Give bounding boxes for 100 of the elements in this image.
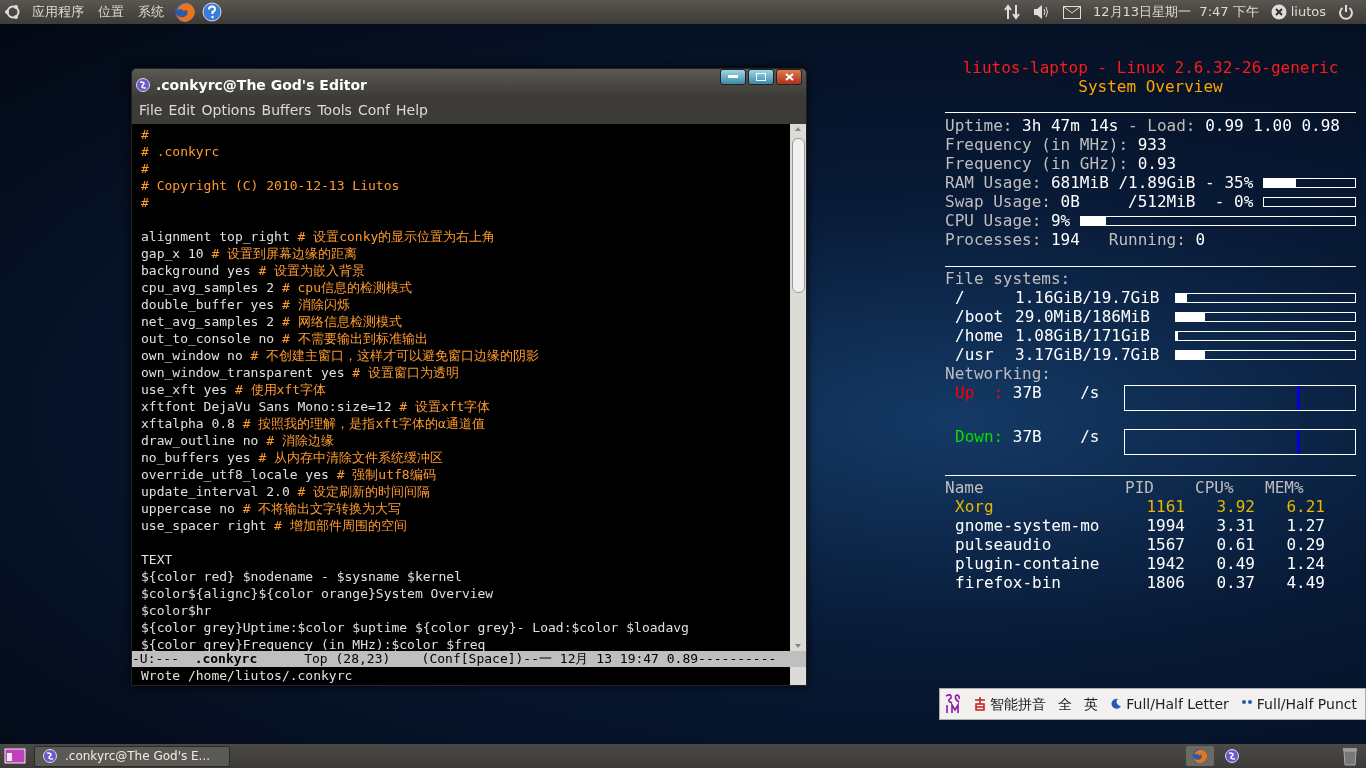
minimize-button[interactable] bbox=[720, 69, 746, 85]
code-comment: # 强制utf8编码 bbox=[336, 466, 436, 483]
volume-icon[interactable] bbox=[1033, 4, 1051, 20]
scim-logo-icon[interactable] bbox=[944, 693, 963, 715]
panel-menu[interactable]: 系统 bbox=[134, 2, 168, 22]
user-icon[interactable] bbox=[1270, 4, 1287, 20]
trash-icon[interactable] bbox=[1342, 746, 1358, 766]
maximize-icon bbox=[756, 73, 766, 81]
menu-item[interactable]: Tools bbox=[314, 100, 355, 121]
emacs-icon bbox=[43, 749, 57, 763]
minibuffer-message: Wrote /home/liutos/.conkyrc bbox=[140, 667, 354, 685]
panel-menu[interactable]: 位置 bbox=[94, 2, 128, 22]
scrollbar-thumb[interactable] bbox=[791, 138, 805, 293]
menu-item[interactable]: File bbox=[136, 100, 166, 121]
code-line: ${color red} $nodename - $sysname $kernel bbox=[141, 568, 463, 585]
stat-value: 0.99 1.00 0.98 bbox=[1205, 116, 1340, 135]
menu-item[interactable]: Buffers bbox=[258, 100, 315, 121]
code-comment: # 使用xft字体 bbox=[234, 381, 327, 398]
stat-label: Frequency (in MHz): bbox=[945, 135, 1129, 154]
mount-point: /boot bbox=[955, 307, 1005, 326]
code-setting: out_to_console no bbox=[141, 330, 275, 347]
disk-usage: 29.0MiB/186MiB bbox=[1015, 307, 1151, 326]
punct-toggle[interactable]: Full/Half Punct bbox=[1256, 693, 1357, 715]
network-arrows-icon[interactable] bbox=[1003, 4, 1021, 20]
code-comment: # 按照我的理解，是指xft字体的α通道值 bbox=[242, 415, 485, 432]
panel-menu[interactable]: 应用程序 bbox=[28, 2, 88, 22]
section-heading: File systems: bbox=[945, 269, 1072, 288]
mode-line-info: Top (28,23) (Conf[Space])--一 12月 13 19:47 0.89---------- bbox=[304, 651, 777, 667]
code-comment: # 设置conky的显示位置为右上角 bbox=[297, 228, 496, 245]
code-comment: # cpu信息的检测模式 bbox=[281, 279, 413, 296]
column-header: MEM% bbox=[1265, 478, 1305, 497]
mail-icon[interactable] bbox=[1063, 5, 1081, 19]
process-cell-text: 0.61 bbox=[1215, 535, 1256, 554]
disk-usage: 3.17GiB/19.7GiB bbox=[1015, 345, 1161, 364]
width-toggle[interactable]: 全 bbox=[1058, 693, 1073, 715]
code-comment: # 设定刷新的时间间隔 bbox=[297, 483, 431, 500]
code-setting: alignment top_right bbox=[141, 228, 290, 245]
help-icon[interactable] bbox=[202, 2, 222, 22]
input-mode[interactable]: 智能拼音 bbox=[990, 693, 1047, 715]
code-comment: # 不将输出文字转换为大写 bbox=[242, 500, 402, 517]
column-header: PID bbox=[1125, 478, 1155, 497]
network-rate: 37B bbox=[1012, 383, 1043, 402]
scrollbar[interactable] bbox=[790, 124, 806, 651]
scrollbar-corner bbox=[790, 667, 806, 685]
menu-item[interactable]: Conf bbox=[354, 100, 394, 121]
stat-value: 194 bbox=[1050, 230, 1081, 249]
mode-line-status: -U:--- bbox=[132, 651, 179, 667]
column-header: Name bbox=[945, 478, 985, 497]
taskbar-button[interactable]: .conkyrc@The God's E... bbox=[34, 745, 230, 767]
moon-icon[interactable] bbox=[1110, 698, 1123, 710]
code-line: $color$hr bbox=[141, 602, 213, 619]
code-setting: xftalpha 0.8 bbox=[141, 415, 235, 432]
code-comment: # .conkyrc bbox=[141, 143, 221, 160]
code-comment: # 设置窗口为透明 bbox=[352, 364, 459, 381]
network-rate: 37B bbox=[1012, 427, 1043, 446]
pinyin-mode-icon[interactable] bbox=[974, 697, 987, 711]
code-setting: gap_x 10 bbox=[141, 245, 204, 262]
emacs-icon bbox=[136, 78, 150, 92]
mount-point: / bbox=[955, 288, 966, 307]
process-cell-text: Xorg bbox=[954, 497, 995, 516]
process-cell-text: 4.49 bbox=[1285, 573, 1326, 592]
mount-point: /home bbox=[955, 326, 1005, 345]
power-icon[interactable] bbox=[1338, 4, 1354, 20]
show-desktop-icon[interactable] bbox=[4, 747, 26, 765]
stat-value: 0 bbox=[1195, 230, 1206, 249]
code-setting: cpu_avg_samples 2 bbox=[141, 279, 275, 296]
code-comment: # 消除边缘 bbox=[266, 432, 334, 449]
close-button[interactable] bbox=[776, 69, 802, 85]
maximize-button[interactable] bbox=[748, 69, 774, 85]
code-line: ${color grey}Uptime:$color $uptime ${color grey}- Load:$color $loadavg bbox=[141, 619, 690, 636]
process-cell-text: pulseaudio bbox=[954, 535, 1053, 554]
code-setting: use_spacer right bbox=[141, 517, 267, 534]
menu-item[interactable]: Help bbox=[393, 100, 431, 121]
network-label: Down: bbox=[955, 427, 1005, 446]
panel-clock[interactable]: 12月13日星期一 7:47 下午 bbox=[1093, 2, 1259, 22]
column-header: CPU% bbox=[1195, 478, 1235, 497]
code-comment: # bbox=[141, 160, 150, 177]
user-name[interactable]: liutos bbox=[1290, 2, 1326, 22]
code-setting: own_window no bbox=[141, 347, 243, 364]
network-unit: /s bbox=[1080, 383, 1101, 402]
language-toggle[interactable]: 英 bbox=[1084, 693, 1099, 715]
stat-label: - Load: bbox=[1128, 116, 1196, 135]
minimize-icon bbox=[728, 75, 738, 79]
process-cell-text: 1.24 bbox=[1285, 554, 1326, 573]
stat-value: 3h 47m 14s bbox=[1022, 116, 1119, 135]
stat-label: Processes: bbox=[945, 230, 1042, 249]
code-line: ${color grey}Frequency (in MHz):$color $freq bbox=[141, 636, 487, 651]
code-setting: xftfont DejaVu Sans Mono:size=12 bbox=[141, 398, 392, 415]
letter-toggle[interactable]: Full/Half Letter bbox=[1126, 693, 1229, 715]
stat-value: 9% bbox=[1050, 211, 1071, 230]
stat-label: RAM Usage: bbox=[945, 173, 1042, 192]
code-setting: use_xft yes bbox=[141, 381, 228, 398]
menu-item[interactable]: Options bbox=[198, 100, 259, 121]
process-cell-text: plugin-containe bbox=[954, 554, 1101, 573]
process-cell-text: 1567 bbox=[1145, 535, 1186, 554]
ubuntu-logo-icon[interactable] bbox=[4, 3, 22, 21]
menu-item[interactable]: Edit bbox=[165, 100, 199, 121]
code-comment: # 消除闪烁 bbox=[281, 296, 350, 313]
code-comment: # 不创建主窗口，这样才可以避免窗口边缘的阴影 bbox=[250, 347, 540, 364]
firefox-icon[interactable] bbox=[174, 1, 196, 23]
